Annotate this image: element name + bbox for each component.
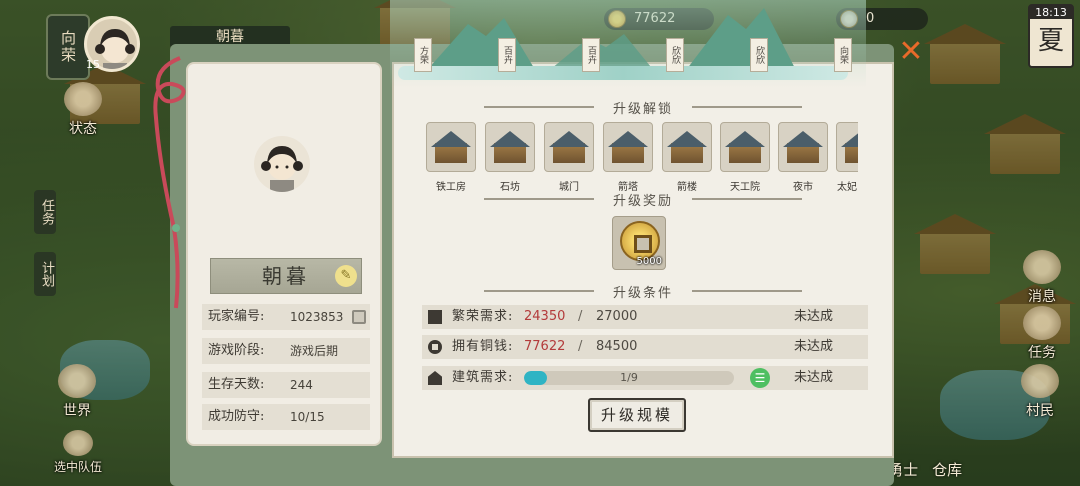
building-item[interactable]: 太妃 [836,122,858,193]
task-label: 任务 [1028,345,1056,361]
task-button[interactable]: 任务 [1020,306,1064,362]
villager-icon [1021,364,1059,398]
copper-coin-icon [620,221,660,261]
player-name: 朝暮 [262,264,310,288]
house-icon [428,371,442,385]
world-button[interactable]: 世界 [52,364,102,420]
plan-tab[interactable]: 计划 [34,252,56,296]
game-stage-value: 游戏后期 [290,344,339,358]
list-icon[interactable]: ☰ [750,368,770,388]
scroll-icon [1023,306,1061,340]
edit-name-icon[interactable]: ✎ [335,265,357,287]
unlock-section-title: 升级解锁 [392,98,894,117]
defense-value: 10/15 [290,410,325,424]
player-id-label: 玩家编号: [208,309,265,324]
building-item[interactable]: 箭塔 [603,122,653,193]
building-progress-bar: 1/9 [524,371,734,385]
iron-workshop-icon [426,122,476,172]
city-gate-icon [544,122,594,172]
condition-label: 拥有铜钱: [452,339,514,354]
player-id-value: 1023853 [290,310,344,324]
condition-current: 24350 [524,309,566,324]
condition-separator: / [578,309,583,324]
survival-days-value: 244 [290,378,313,392]
status-label: 状态 [69,121,97,137]
craft-hall-icon [720,122,770,172]
gem-amount: 0 [866,11,875,26]
season-label: 夏 [1037,26,1064,56]
message-button[interactable]: 消息 [1020,250,1064,306]
game-stage-label: 游戏阶段: [208,343,265,358]
player-id-row: 玩家编号: 1023853 [202,304,370,330]
copy-icon[interactable] [352,310,366,324]
coins-condition-row: 拥有铜钱: 77622 / 84500 未达成 [422,335,868,359]
season-clock[interactable]: 18:13 夏 [1028,4,1074,68]
player-level: 15 [86,58,100,71]
rank-tag: 百卉 [498,38,516,72]
world-label: 世界 [63,403,91,419]
rank-tag: 向荣 [834,38,852,72]
building-item[interactable]: 夜市 [778,122,828,193]
defense-row: 成功防守: 10/15 [202,404,370,430]
clock-time: 18:13 [1030,6,1072,19]
arrow-tower-icon [603,122,653,172]
villager-button[interactable]: 村民 [1016,364,1064,420]
condition-status: 未达成 [794,339,834,354]
conditions-section-title: 升级条件 [392,282,894,301]
condition-required: 84500 [596,339,638,354]
player-portrait [254,136,310,192]
world-icon [58,364,96,398]
coin-icon [428,340,442,354]
select-team-button[interactable]: 选中队伍 [46,430,110,475]
condition-label: 建筑需求: [452,370,514,385]
building-item[interactable]: 箭楼 [662,122,712,193]
select-team-label: 选中队伍 [53,460,102,474]
survival-days-label: 生存天数: [208,377,265,392]
condition-separator: / [578,339,583,354]
reward-amount: 5000 [636,256,662,267]
hanging-cord-icon [153,56,186,309]
status-icon [64,82,102,116]
reward-section-title: 升级奖励 [392,190,894,209]
defense-label: 成功防守: [208,409,265,424]
condition-label: 繁荣需求: [452,309,514,324]
task-tab[interactable]: 任务 [34,190,56,234]
status-button[interactable]: 状态 [58,82,108,138]
prosperity-icon [428,310,442,324]
tab-warehouse[interactable]: 仓库 [932,459,962,480]
rank-tag: 欣欣 [750,38,768,72]
player-portrait-icon [261,146,303,192]
prosperity-condition-row: 繁荣需求: 24350 / 27000 未达成 [422,305,868,329]
building-item[interactable]: 城门 [544,122,594,193]
villager-label: 村民 [1026,403,1054,419]
message-icon [1023,250,1061,284]
rank-tag: 方荣 [414,38,432,72]
condition-status: 未达成 [794,370,834,385]
team-icon [63,430,93,456]
rank-tag: 欣欣 [666,38,684,72]
building-condition-row: 建筑需求: 1/9 ☰ 未达成 [422,366,868,390]
player-name-plate: 朝暮 ✎ [210,258,362,294]
banner-mist [398,66,848,80]
player-profile-card: 朝暮 ✎ 玩家编号: 1023853 游戏阶段: 游戏后期 生存天数: 244 … [186,62,382,446]
reward-item[interactable]: 5000 [612,216,666,270]
upgrade-scale-button[interactable]: 升级规模 [588,398,686,432]
arrow-keep-icon [662,122,712,172]
condition-status: 未达成 [794,309,834,324]
condition-required: 27000 [596,309,638,324]
building-item[interactable]: 天工院 [720,122,770,193]
game-stage-row: 游戏阶段: 游戏后期 [202,338,370,364]
message-label: 消息 [1028,289,1056,305]
building-item[interactable]: 石坊 [485,122,535,193]
condition-current: 77622 [524,339,566,354]
survival-days-row: 生存天数: 244 [202,372,370,398]
building-icon [836,122,858,172]
close-icon[interactable]: ✕ [896,37,926,68]
night-market-icon [778,122,828,172]
stone-workshop-icon [485,122,535,172]
rank-tag: 百卉 [582,38,600,72]
progress-text: 1/9 [620,371,638,384]
building-item[interactable]: 铁工房 [426,122,476,193]
